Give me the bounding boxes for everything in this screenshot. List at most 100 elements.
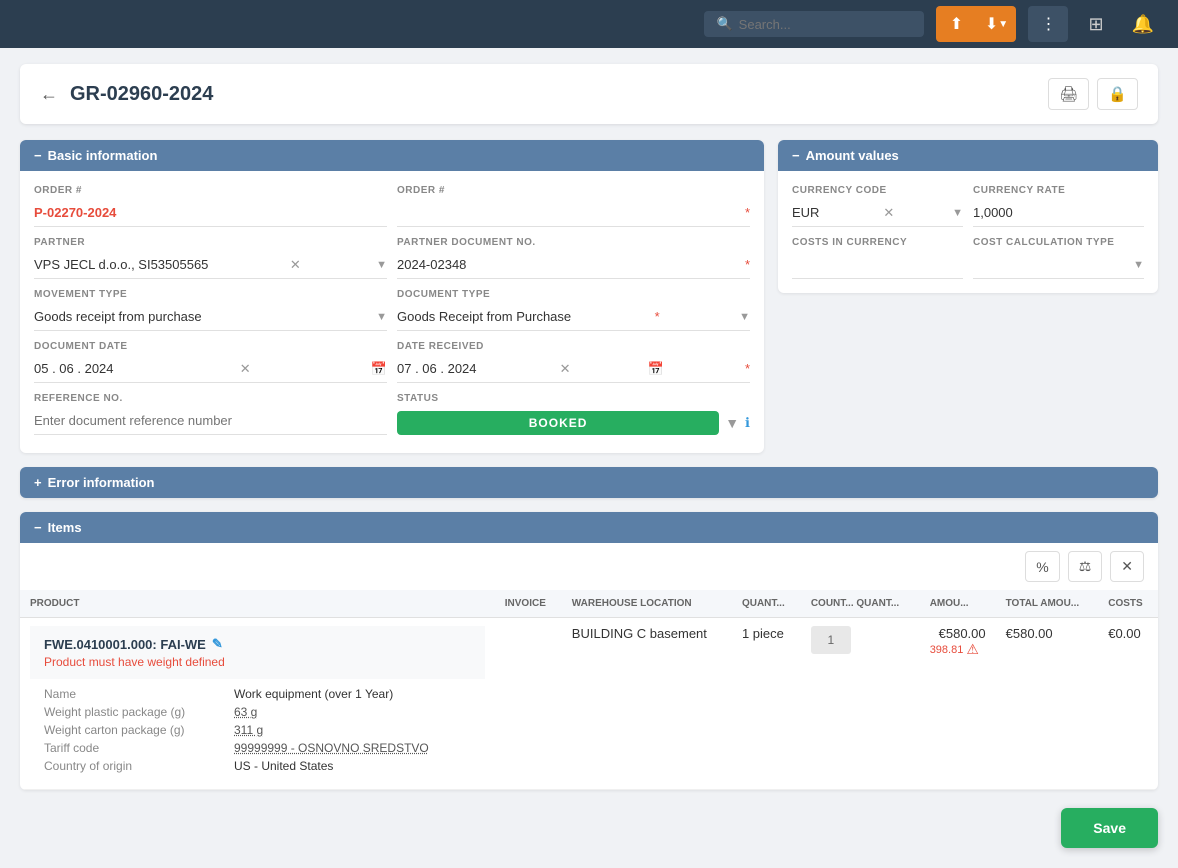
basic-info-label: Basic information: [48, 148, 158, 163]
items-label: Items: [48, 520, 82, 535]
document-type-field: DOCUMENT TYPE Goods Receipt from Purchas…: [397, 289, 750, 331]
amount-values-panel: − Amount values CURRENCY CODE EUR ✕ ▼ CU…: [778, 140, 1158, 293]
page-header-actions: 🖨 🔒: [1048, 78, 1138, 110]
col-amount: AMOU...: [920, 590, 996, 618]
name-value: Work equipment (over 1 Year): [234, 687, 471, 701]
search-icon: 🔍: [716, 16, 732, 32]
count-quantity-input[interactable]: [811, 626, 851, 654]
save-button[interactable]: Save: [1061, 808, 1158, 848]
col-total-amount: TOTAL AMOU...: [996, 590, 1099, 618]
download-btn[interactable]: ⬇▼: [976, 6, 1016, 42]
date-received-label: DATE RECEIVED: [397, 341, 750, 352]
warehouse-value: BUILDING C basement: [572, 626, 707, 641]
costs-cell: €0.00: [1098, 618, 1158, 790]
reference-no-field: REFERENCE NO.: [34, 393, 387, 439]
col-costs: COSTS: [1098, 590, 1158, 618]
currency-dropdown[interactable]: ▼: [952, 207, 963, 219]
date-received-required: *: [745, 361, 750, 376]
col-quantity: QUANT...: [732, 590, 801, 618]
quantity-value: 1 piece: [742, 626, 784, 641]
status-info-icon[interactable]: ℹ: [745, 415, 750, 431]
weight-carton-value: 311 g: [234, 723, 471, 737]
basic-info-form: ORDER # P-02270-2024 ORDER # *: [20, 171, 764, 453]
lock-button[interactable]: 🔒: [1097, 78, 1138, 110]
currency-rate-value: 1,0000: [973, 199, 1144, 227]
amount-cell: €580.00 398.81 ⚠: [920, 618, 996, 790]
amount-sub: 398.81 ⚠: [930, 641, 986, 658]
total-amount-value: €580.00: [1006, 626, 1053, 641]
weight-plastic-label: Weight plastic package (g): [44, 705, 224, 719]
print-button[interactable]: 🖨: [1048, 78, 1089, 110]
bell-btn[interactable]: 🔔: [1124, 10, 1162, 39]
grid-btn[interactable]: ⊞: [1080, 10, 1111, 39]
back-button[interactable]: ←: [40, 84, 58, 105]
currency-clear[interactable]: ✕: [883, 205, 894, 221]
export-btn[interactable]: ✕: [1110, 551, 1144, 582]
page-header: ← GR-02960-2024 🖨 🔒: [20, 64, 1158, 124]
doc-date-clear[interactable]: ✕: [240, 361, 251, 377]
basic-info-header[interactable]: − Basic information: [20, 140, 764, 171]
cost-calc-dropdown[interactable]: ▼: [1133, 259, 1144, 271]
col-product: PRODUCT: [20, 590, 495, 618]
amount-values-header[interactable]: − Amount values: [778, 140, 1158, 171]
total-amount-cell: €580.00: [996, 618, 1099, 790]
table-row: FWE.0410001.000: FAI-WE ✎ Product must h…: [20, 618, 1158, 790]
left-panel: − Basic information ORDER # P-02270-2024: [20, 140, 764, 467]
page-header-left: ← GR-02960-2024: [40, 83, 213, 106]
movement-type-label: MOVEMENT TYPE: [34, 289, 387, 300]
currency-code-value: EUR ✕ ▼: [792, 199, 963, 227]
edit-icon[interactable]: ✎: [212, 636, 223, 652]
order-no-label: ORDER #: [34, 185, 387, 196]
costs-in-currency-label: COSTS IN CURRENCY: [792, 237, 963, 248]
product-header: FWE.0410001.000: FAI-WE ✎ Product must h…: [30, 626, 485, 679]
amount-warn-icon: ⚠: [966, 641, 979, 658]
basic-info-panel: − Basic information ORDER # P-02270-2024: [20, 140, 764, 453]
search-bar[interactable]: 🔍: [704, 11, 924, 37]
items-header-row: PRODUCT INVOICE WAREHOUSE LOCATION QUANT…: [20, 590, 1158, 618]
product-cell: FWE.0410001.000: FAI-WE ✎ Product must h…: [20, 618, 495, 790]
date-received-calendar[interactable]: 📅: [648, 361, 664, 377]
main-content: ← GR-02960-2024 🖨 🔒 − Basic information: [0, 48, 1178, 820]
search-input[interactable]: [739, 17, 913, 32]
reference-no-value[interactable]: [34, 407, 387, 435]
reference-no-input[interactable]: [34, 413, 387, 428]
movement-type-dropdown[interactable]: ▼: [376, 311, 387, 323]
document-type-dropdown[interactable]: ▼: [739, 311, 750, 323]
document-date-field: DOCUMENT DATE 05 . 06 . 2024 ✕ 📅: [34, 341, 387, 383]
name-label: Name: [44, 687, 224, 701]
reference-no-label: REFERENCE NO.: [34, 393, 387, 404]
amount-values-content: CURRENCY CODE EUR ✕ ▼ CURRENCY RATE 1,00…: [778, 171, 1158, 293]
document-type-value: Goods Receipt from Purchase * ▼: [397, 303, 750, 331]
currency-code-field: CURRENCY CODE EUR ✕ ▼: [792, 185, 963, 227]
partner-dropdown[interactable]: ▼: [376, 259, 387, 271]
items-toolbar: % ⚖ ✕: [20, 543, 1158, 590]
currency-rate-label: CURRENCY RATE: [973, 185, 1144, 196]
required-star: *: [745, 205, 750, 220]
product-error: Product must have weight defined: [44, 655, 471, 669]
currency-rate-field: CURRENCY RATE 1,0000: [973, 185, 1144, 227]
scale-btn[interactable]: ⚖: [1068, 551, 1103, 582]
partner-doc-value: 2024-02348 *: [397, 251, 750, 279]
col-invoice: INVOICE: [495, 590, 562, 618]
items-table: PRODUCT INVOICE WAREHOUSE LOCATION QUANT…: [20, 590, 1158, 790]
quantity-cell: 1 piece: [732, 618, 801, 790]
order-no-value: P-02270-2024: [34, 199, 387, 227]
error-info-header[interactable]: + Error information: [20, 467, 1158, 498]
status-dropdown[interactable]: ▼: [725, 415, 739, 431]
col-count-quantity: COUNT... QUANT...: [801, 590, 920, 618]
doc-date-calendar[interactable]: 📅: [371, 361, 387, 377]
amount-main: €580.00: [930, 626, 986, 641]
document-date-label: DOCUMENT DATE: [34, 341, 387, 352]
items-header[interactable]: − Items: [20, 512, 1158, 543]
costs-in-currency-field: COSTS IN CURRENCY: [792, 237, 963, 279]
partner-clear[interactable]: ✕: [290, 257, 301, 273]
items-table-body: FWE.0410001.000: FAI-WE ✎ Product must h…: [20, 618, 1158, 790]
status-booked-badge: BOOKED: [397, 411, 719, 435]
date-received-clear[interactable]: ✕: [560, 361, 571, 377]
two-col-layout: − Basic information ORDER # P-02270-2024: [20, 140, 1158, 467]
more-options-btn[interactable]: ⋮: [1028, 6, 1068, 42]
upload-btn[interactable]: ⬆: [936, 6, 976, 42]
percent-btn[interactable]: %: [1025, 551, 1059, 582]
partner-doc-label: PARTNER DOCUMENT NO.: [397, 237, 750, 248]
ref-status-row: REFERENCE NO. STATUS BOOKED ▼: [34, 393, 750, 439]
